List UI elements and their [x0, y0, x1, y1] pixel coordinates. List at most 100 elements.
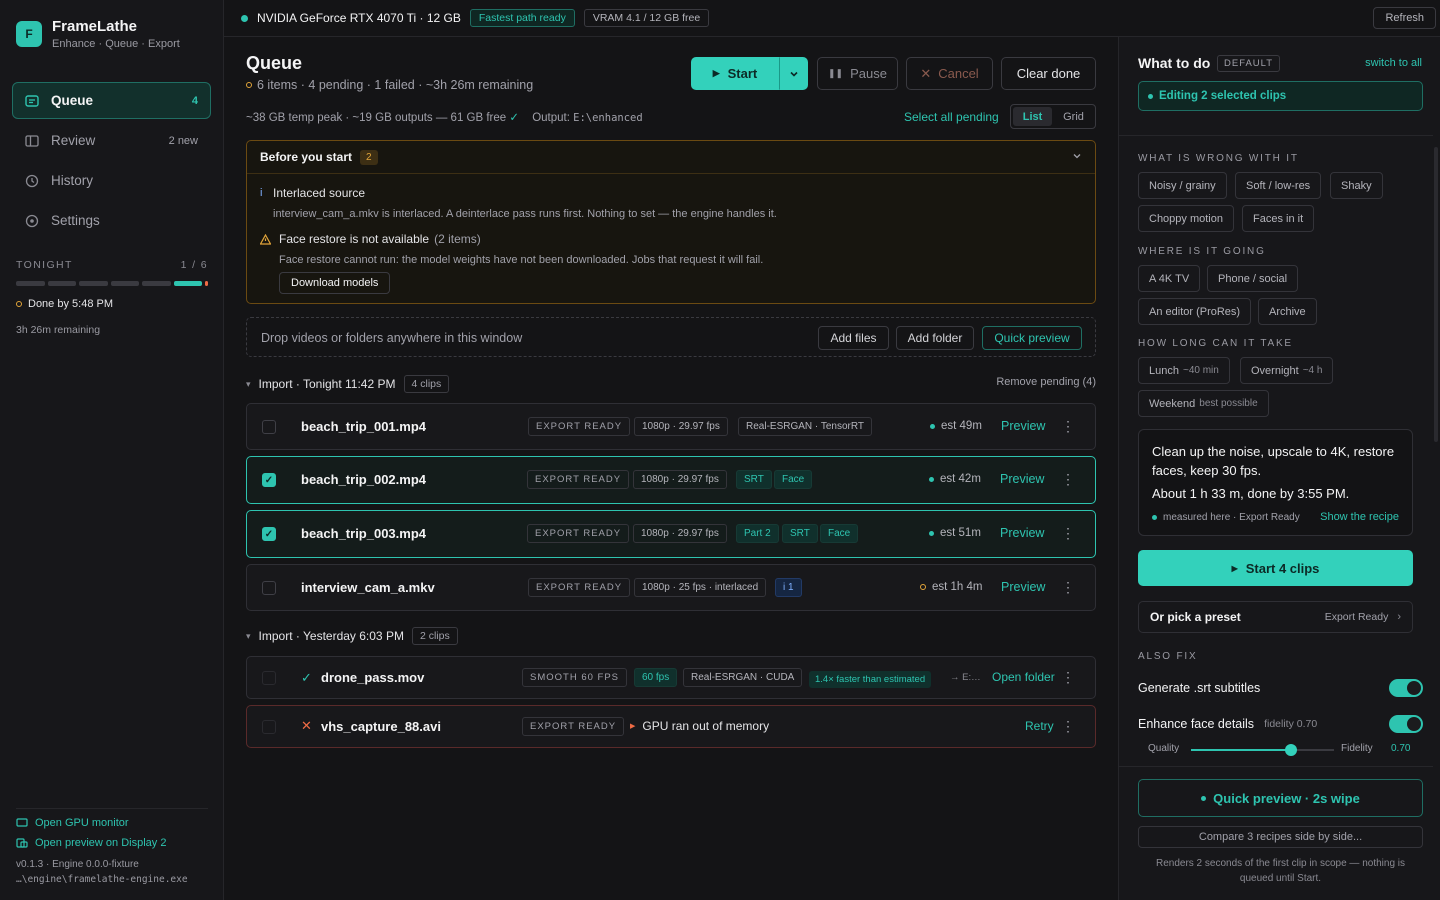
row-checkbox[interactable]: [262, 581, 276, 595]
brand: F FrameLathe Enhance · Queue · Export: [16, 18, 180, 50]
scrollbar[interactable]: [1434, 147, 1438, 442]
face-toggle[interactable]: [1389, 715, 1423, 733]
interlaced-note: i Interlaced source: [260, 186, 365, 200]
start-clips-label: Start 4 clips: [1245, 560, 1320, 576]
more-icon[interactable]: ⋮: [1061, 525, 1075, 542]
sidebar-item-settings[interactable]: Settings: [12, 202, 211, 239]
row-checkbox[interactable]: ✓: [262, 473, 276, 487]
cancel-button[interactable]: ✕ Cancel: [906, 57, 993, 90]
sidebar-item-review[interactable]: Review 2 new: [12, 122, 211, 159]
before-header[interactable]: Before you start 2: [247, 141, 1095, 174]
row-checkbox[interactable]: [262, 420, 276, 434]
preview-button[interactable]: Preview: [1000, 526, 1044, 540]
note-description: interview_cam_a.mkv is interlaced. A dei…: [273, 208, 777, 220]
chip-phone[interactable]: Phone / social: [1207, 265, 1299, 292]
slider-handle[interactable]: [1285, 744, 1298, 756]
compare-recipes-button[interactable]: Compare 3 recipes side by side...: [1138, 826, 1423, 848]
chip-choppy[interactable]: Choppy motion: [1138, 205, 1234, 232]
table-row[interactable]: ✓ beach_trip_002.mp4 EXPORT READY 1080p …: [246, 456, 1096, 504]
table-row[interactable]: ✓ beach_trip_003.mp4 EXPORT READY 1080p …: [246, 510, 1096, 558]
more-icon[interactable]: ⋮: [1061, 718, 1075, 735]
start-button[interactable]: ▶ Start: [691, 57, 779, 90]
pending-ring-icon: [16, 301, 22, 307]
remove-pending-button[interactable]: Remove pending (4): [996, 376, 1096, 388]
table-row[interactable]: ✕ vhs_capture_88.avi EXPORT READY ▶ GPU …: [246, 705, 1096, 748]
toggle-label: Enhance face details: [1138, 717, 1255, 731]
chip-editor[interactable]: An editor (ProRes): [1138, 298, 1252, 325]
pause-button[interactable]: ❚❚ Pause: [817, 57, 898, 90]
preset-picker[interactable]: Or pick a preset Export Ready ›: [1138, 601, 1413, 633]
chip-noisy[interactable]: Noisy / grainy: [1138, 172, 1227, 199]
editing-scope-banner[interactable]: Editing 2 selected clips: [1138, 81, 1423, 111]
section-label: ALSO FIX: [1138, 651, 1198, 662]
queue-summary: 6 items · 4 pending · 1 failed · ~3h 26m…: [246, 78, 533, 92]
divider: [1119, 766, 1433, 767]
select-all-pending-link[interactable]: Select all pending: [904, 110, 999, 124]
engine-tag: Real-ESRGAN · CUDA: [683, 668, 803, 687]
spec-tag: 1080p · 29.97 fps: [633, 524, 727, 543]
chip-weekend[interactable]: Weekend best possible: [1138, 390, 1269, 417]
preview-button[interactable]: Preview: [1001, 419, 1045, 433]
drop-zone[interactable]: Drop videos or folders anywhere in this …: [246, 317, 1096, 357]
view-grid-button[interactable]: Grid: [1054, 107, 1093, 126]
more-icon[interactable]: ⋮: [1061, 579, 1075, 596]
quick-preview-wipe-button[interactable]: Quick preview · 2s wipe: [1138, 779, 1423, 817]
queue-summary-text: 6 items · 4 pending · 1 failed · ~3h 26m…: [257, 78, 534, 92]
error-message: ▶ GPU ran out of memory: [630, 719, 769, 733]
version: v0.1.3 · Engine 0.0.0-fixture: [16, 859, 139, 870]
chip-lunch[interactable]: Lunch ~40 min: [1138, 357, 1230, 384]
table-row[interactable]: ✓ drone_pass.mov SMOOTH 60 FPS 60 fps Re…: [246, 656, 1096, 699]
chip-shaky[interactable]: Shaky: [1330, 172, 1383, 199]
chip-faces[interactable]: Faces in it: [1242, 205, 1315, 232]
sidebar-item-queue[interactable]: Queue 4: [12, 82, 211, 119]
row-checkbox[interactable]: [262, 720, 276, 734]
editing-text: Editing 2 selected clips: [1159, 90, 1287, 102]
note-title: Face restore is not available: [279, 232, 430, 246]
preview-button[interactable]: Preview: [1000, 472, 1044, 486]
preview-button[interactable]: Preview: [1001, 580, 1045, 594]
chip-4k-tv[interactable]: A 4K TV: [1138, 265, 1201, 292]
chevron-down-icon[interactable]: [1071, 150, 1083, 162]
clock-icon: [25, 174, 39, 187]
import-group-header[interactable]: ▾ Import · Tonight 11:42 PM 4 clips: [246, 375, 450, 393]
chip-soft[interactable]: Soft / low-res: [1235, 172, 1322, 199]
open-preview-display-link[interactable]: Open preview on Display 2: [16, 837, 208, 849]
refresh-button[interactable]: Refresh: [1373, 7, 1436, 29]
table-row[interactable]: beach_trip_001.mp4 EXPORT READY 1080p · …: [246, 403, 1096, 450]
open-gpu-monitor-link[interactable]: Open GPU monitor: [16, 817, 208, 829]
import-group-header[interactable]: ▾ Import · Yesterday 6:03 PM 2 clips: [246, 627, 458, 645]
face-tag: Face: [774, 470, 813, 489]
fidelity-slider[interactable]: [1191, 744, 1334, 756]
link-label: Open preview on Display 2: [35, 837, 167, 849]
add-folder-button[interactable]: Add folder: [896, 326, 974, 350]
table-row[interactable]: interview_cam_a.mkv EXPORT READY 1080p ·…: [246, 564, 1096, 611]
srt-toggle[interactable]: [1389, 679, 1423, 697]
show-recipe-link[interactable]: Show the recipe: [1320, 511, 1399, 523]
play-icon: ▶: [1231, 563, 1238, 573]
chip-overnight[interactable]: Overnight ~4 h: [1240, 357, 1334, 384]
quick-preview-button[interactable]: Quick preview: [982, 326, 1082, 350]
view-list-button[interactable]: List: [1013, 107, 1052, 126]
clear-done-button[interactable]: Clear done: [1001, 57, 1096, 90]
retry-button[interactable]: Retry: [1025, 719, 1054, 733]
start-options-button[interactable]: [779, 57, 808, 90]
more-icon[interactable]: ⋮: [1061, 669, 1075, 686]
note-count: (2 items): [434, 232, 481, 246]
row-checkbox[interactable]: [262, 671, 276, 685]
section-label: HOW LONG CAN IT TAKE: [1138, 338, 1293, 349]
more-icon[interactable]: ⋮: [1061, 418, 1075, 435]
switch-to-all-link[interactable]: switch to all: [1365, 57, 1422, 69]
start-clips-button[interactable]: ▶ Start 4 clips: [1138, 550, 1413, 586]
display-icon: [16, 838, 28, 848]
download-models-button[interactable]: Download models: [279, 272, 391, 294]
row-checkbox[interactable]: ✓: [262, 527, 276, 541]
open-folder-button[interactable]: Open folder: [992, 670, 1055, 684]
sidebar-item-history[interactable]: History: [12, 162, 211, 199]
sidebar-footer: Open GPU monitor Open preview on Display…: [16, 808, 208, 885]
add-files-button[interactable]: Add files: [818, 326, 889, 350]
more-icon[interactable]: ⋮: [1061, 471, 1075, 488]
status-tag: EXPORT READY: [528, 417, 631, 436]
recipe-summary: Clean up the noise, upscale to 4K, resto…: [1138, 429, 1413, 536]
chip-archive[interactable]: Archive: [1258, 298, 1317, 325]
sidebar-item-count: 4: [191, 94, 198, 107]
